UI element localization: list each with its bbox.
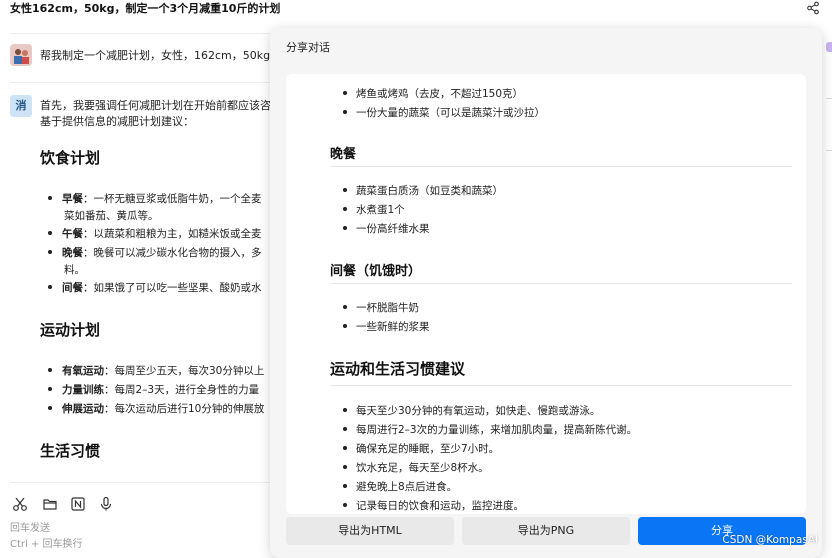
list-item: 避免晚上8点后进食。 [342, 481, 458, 493]
list-item: 水煮蛋1个 [343, 204, 405, 216]
snack-heading: 间餐（饥饿时） [330, 264, 422, 279]
list-item-continuation: 料。 [64, 264, 85, 276]
notion-icon[interactable] [70, 496, 86, 512]
background-edge [824, 40, 832, 240]
life-habits-heading: 生活习惯 [40, 442, 101, 460]
list-item-continuation: 菜如番茄、黄瓜等。 [64, 210, 159, 222]
dialog-preview[interactable]: 烤鱼或烤鸡（去皮，不超过150克） 一份大量的蔬菜（可以是蔬菜汁或沙拉） 晚餐 … [286, 74, 806, 514]
list-item: 一些新鲜的浆果 [343, 321, 430, 333]
list-item: 每周进行2–3次的力量训练，来增加肌肉量，提高新陈代谢。 [342, 424, 638, 436]
send-hint: 回车发送 [10, 523, 50, 534]
share-icon[interactable] [806, 1, 820, 15]
list-item: 力量训练：每周2–3天，进行全身性的力量 [47, 382, 259, 397]
newline-hint: Ctrl + 回车换行 [10, 539, 83, 550]
scissors-icon[interactable] [12, 496, 28, 512]
list-item: 有氧运动：每周至少五天，每次30分钟以上 [47, 363, 264, 378]
heading-rule [330, 283, 792, 284]
list-item: 饮水充足，每天至少8杯水。 [343, 462, 489, 474]
list-item: 蔬菜蛋白质汤（如豆类和蔬菜） [343, 185, 503, 197]
list-item: 午餐：以蔬菜和粗粮为主，如糙米饭或全麦 [48, 226, 262, 241]
export-png-button[interactable]: 导出为PNG [462, 517, 630, 545]
diet-heading: 饮食计划 [40, 149, 101, 167]
habits-heading: 运动和生活习惯建议 [330, 360, 466, 378]
conversation-header: 女性162cm，50kg，制定一个3个月减重10斤的计划 [0, 0, 832, 18]
list-item: 晚餐：晚餐可以减少碳水化合物的摄入，多 [48, 245, 262, 260]
list-item: 间餐：如果饿了可以吃一些坚果、酸奶或水 [48, 280, 262, 295]
list-item: 一份大量的蔬菜（可以是蔬菜汁或沙拉） [343, 107, 545, 119]
heading-rule [330, 166, 792, 167]
user-avatar [10, 44, 32, 66]
list-item: 一杯脱脂牛奶 [343, 302, 419, 314]
folder-icon[interactable] [42, 496, 58, 512]
header-divider [10, 33, 270, 34]
app-window: 女性162cm，50kg，制定一个3个月减重10斤的计划 帮我制定一个减肥计划，… [0, 0, 832, 558]
list-item: 记录每日的饮食和运动，监控进度。 [343, 500, 524, 512]
share-dialog: 分享对话 烤鱼或烤鸡（去皮，不超过150克） 一份大量的蔬菜（可以是蔬菜汁或沙拉… [270, 28, 822, 558]
bot-intro-line-1: 首先，我要强调任何减肥计划在开始前都应该咨 [40, 99, 271, 112]
input-divider [10, 482, 270, 483]
list-item: 一份高纤维水果 [343, 223, 430, 235]
dialog-title: 分享对话 [286, 41, 330, 54]
conversation-title: 女性162cm，50kg，制定一个3个月减重10斤的计划 [10, 2, 281, 15]
message-divider [10, 82, 270, 83]
user-message-text: 帮我制定一个减肥计划，女性，162cm，50kg， [40, 49, 282, 62]
list-item: 伸展运动：每次运动后进行10分钟的伸展放 [47, 401, 264, 416]
bot-avatar: 消 [10, 95, 32, 117]
list-item: 早餐：一杯无糖豆浆或低脂牛奶，一个全麦 [48, 191, 262, 206]
list-item: 每天至少30分钟的有氧运动，如快走、慢跑或游泳。 [342, 405, 601, 417]
list-item: 烤鱼或烤鸡（去皮，不超过150克） [342, 88, 524, 100]
watermark: CSDN @KompasAI [722, 534, 818, 546]
dinner-heading: 晚餐 [330, 147, 357, 162]
microphone-icon[interactable] [98, 496, 114, 512]
heading-rule [330, 385, 792, 386]
list-item: 确保充足的睡眠，至少7小时。 [342, 443, 500, 455]
bot-intro-line-2: 基于提供信息的减肥计划建议： [40, 115, 194, 128]
exercise-heading: 运动计划 [40, 321, 101, 339]
export-html-button[interactable]: 导出为HTML [286, 517, 454, 545]
